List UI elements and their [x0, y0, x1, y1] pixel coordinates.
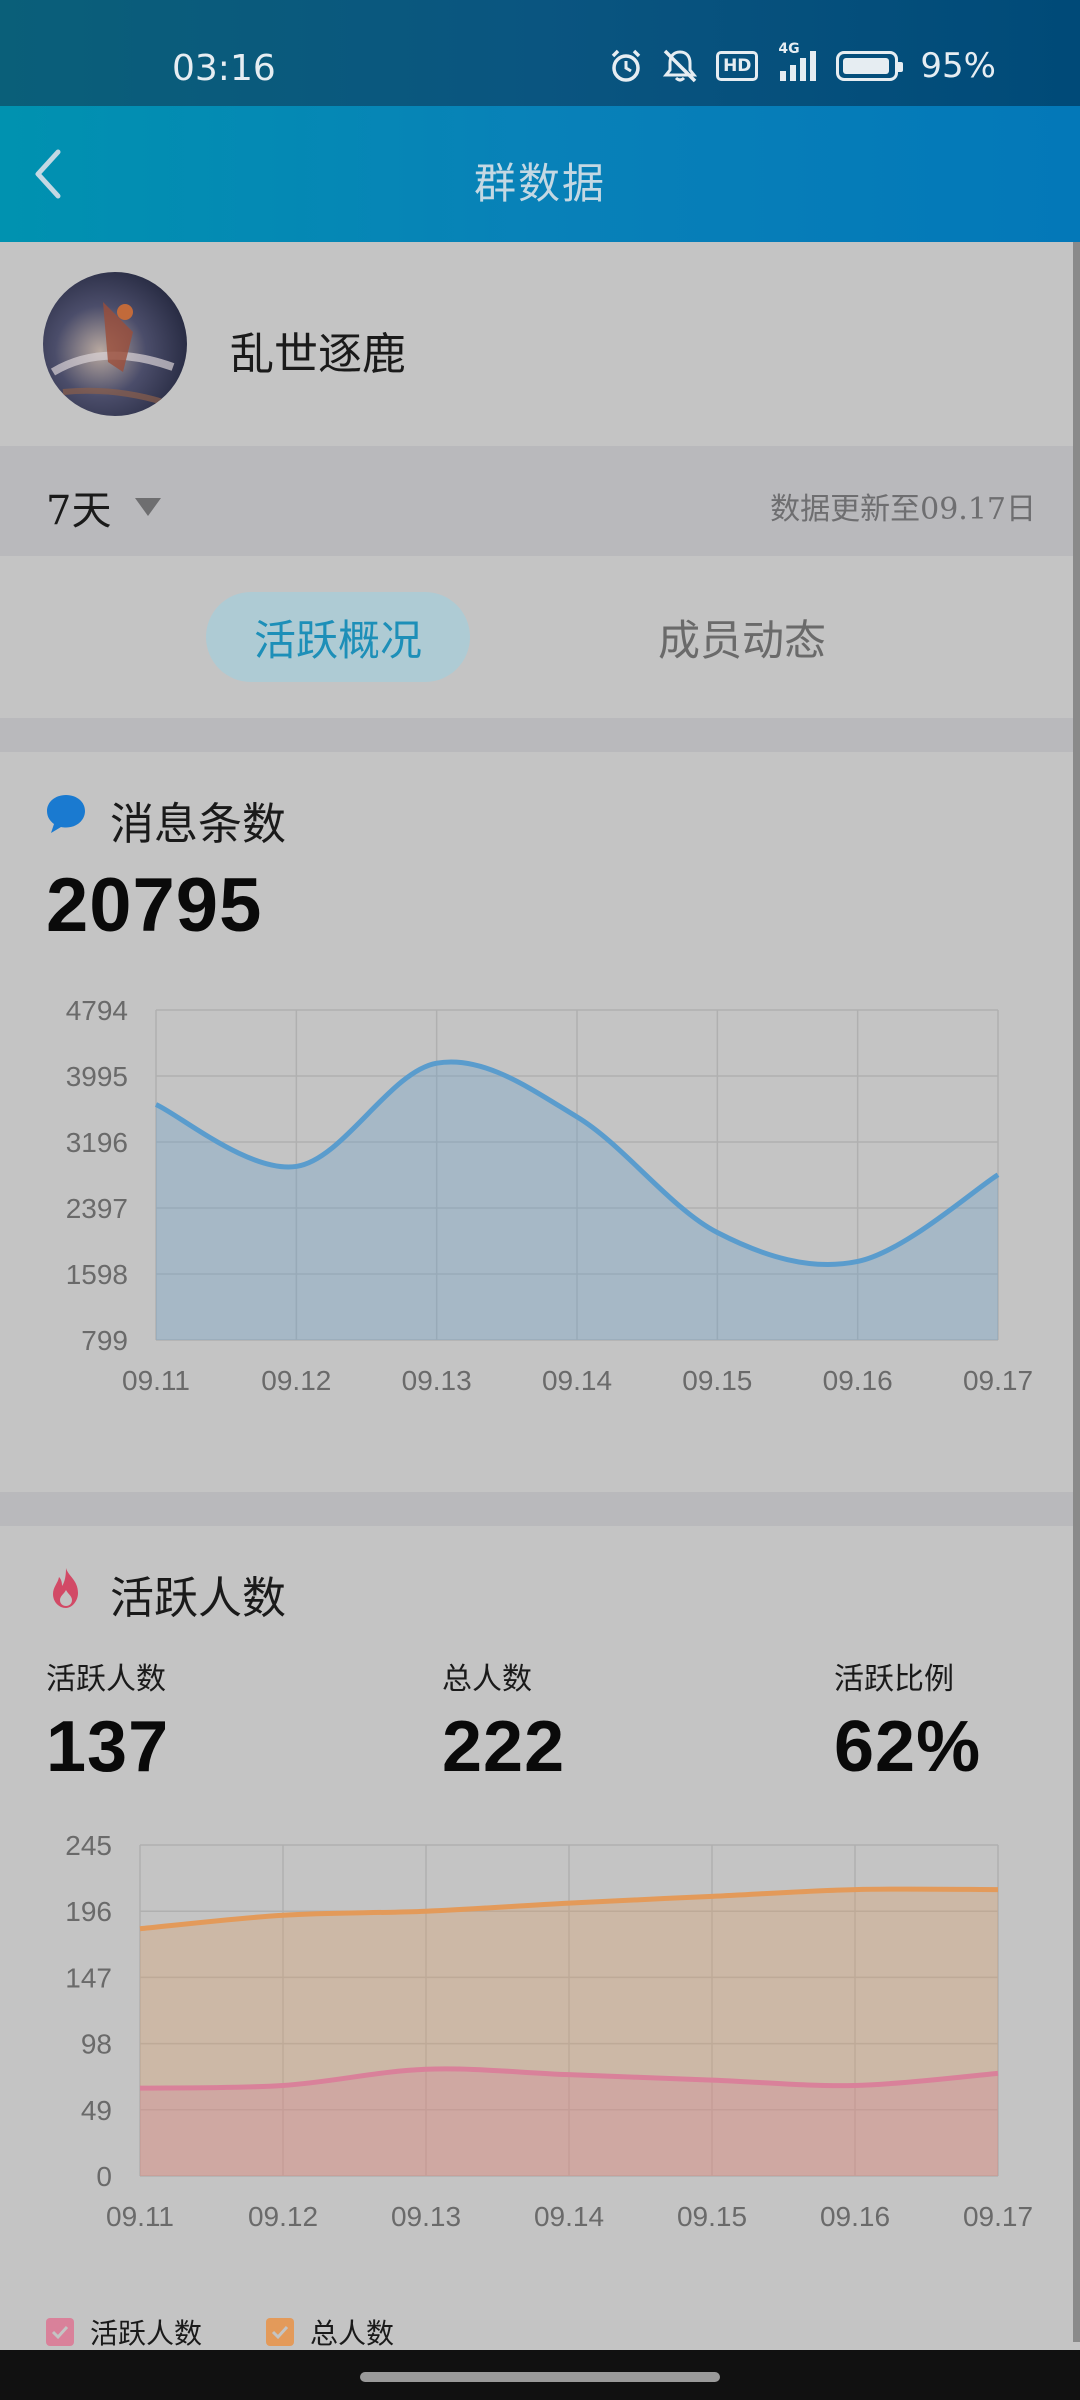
stat-total-label: 总人数	[442, 1662, 532, 1697]
x-tick-label: 09.14	[542, 1365, 612, 1396]
section-divider	[0, 1492, 1073, 1526]
page-title: 群数据	[473, 159, 606, 208]
network-label: 4G	[778, 41, 800, 57]
stat-ratio-label: 活跃比例	[834, 1662, 954, 1697]
x-tick-label: 09.14	[534, 2201, 604, 2230]
x-tick-label: 09.11	[106, 2201, 174, 2230]
tab-member-dynamics[interactable]: 成员动态	[620, 592, 864, 682]
stat-total-value: 222	[442, 1707, 566, 1787]
chart-legend: 活跃人数 总人数	[46, 2312, 394, 2352]
x-tick-label: 09.16	[823, 1365, 893, 1396]
flame-icon	[53, 1568, 78, 1608]
checkbox-icon	[46, 2318, 74, 2346]
group-avatar[interactable]	[43, 272, 187, 416]
status-icons: HD 4G 95%	[608, 41, 996, 86]
battery-text: 95%	[920, 46, 996, 86]
group-name: 乱世逐鹿	[230, 329, 406, 380]
status-time: 03:16	[172, 48, 276, 89]
update-text: 数据更新至09.17日	[770, 492, 1036, 527]
stat-active-label: 活跃人数	[46, 1662, 166, 1697]
x-tick-label: 09.15	[677, 2201, 747, 2230]
x-tick-label: 09.12	[261, 1365, 331, 1396]
activity-chart: 0 49 98 147 196 245 09.11 09.12 09.13 09.14 09.15 0…	[65, 1830, 1033, 2230]
navigation-bar	[0, 2350, 1080, 2400]
hd-icon: HD	[716, 51, 759, 81]
checkbox-icon	[266, 2318, 295, 2346]
y-tick-label: 2397	[66, 1193, 128, 1224]
x-tick-label: 09.17	[963, 1365, 1033, 1396]
y-tick-label: 3196	[66, 1127, 128, 1158]
signal-icon: 4G	[774, 41, 820, 83]
x-tick-label: 09.17	[963, 2201, 1033, 2230]
x-tick-label: 09.11	[122, 1365, 190, 1396]
legend-item-active[interactable]: 活跃人数	[46, 2312, 202, 2352]
activity-title: 活跃人数	[110, 1573, 286, 1624]
scrollbar[interactable]	[1073, 242, 1080, 2342]
range-value: 7天	[46, 488, 112, 534]
x-tick-label: 09.13	[391, 2201, 461, 2230]
caret-down-icon	[135, 498, 162, 516]
tab-activity-overview[interactable]: 活跃概况	[206, 592, 470, 682]
x-tick-label: 09.13	[402, 1365, 472, 1396]
chat-bubble-icon	[47, 795, 85, 833]
y-tick-label: 3995	[66, 1061, 128, 1092]
battery-icon	[836, 51, 904, 81]
x-tick-label: 09.15	[682, 1365, 752, 1396]
legend-item-total[interactable]: 总人数	[266, 2312, 394, 2352]
y-tick-label: 98	[81, 2029, 112, 2060]
y-tick-label: 49	[81, 2095, 112, 2126]
stat-ratio-value: 62%	[834, 1707, 982, 1787]
y-tick-label: 799	[81, 1325, 128, 1356]
section-divider	[0, 718, 1073, 752]
stat-active-value: 137	[46, 1707, 170, 1787]
messages-total: 20795	[46, 863, 263, 948]
alarm-icon	[608, 48, 644, 84]
y-tick-label: 147	[65, 1962, 112, 1993]
range-dropdown[interactable]: 7天	[46, 478, 163, 536]
mute-icon	[660, 48, 700, 84]
y-tick-label: 196	[65, 1896, 112, 1927]
y-tick-label: 4794	[66, 995, 128, 1026]
home-indicator[interactable]	[360, 2372, 720, 2382]
x-tick-label: 09.12	[248, 2201, 318, 2230]
legend-label: 活跃人数	[90, 2317, 203, 2350]
status-bar: 03:16 HD 4G 95%	[0, 0, 1080, 106]
messages-chart: 799 1598 2397 3196 3995 4794 09.11 09.12 09.13 09…	[66, 995, 1033, 1396]
tabs-container	[0, 556, 1073, 718]
x-tick-label: 09.16	[820, 2201, 890, 2230]
messages-title: 消息条数	[110, 799, 286, 850]
y-tick-label: 1598	[66, 1259, 128, 1290]
y-tick-label: 245	[65, 1830, 112, 1861]
app-bar: 群数据	[0, 106, 1080, 242]
legend-label: 总人数	[310, 2317, 395, 2350]
y-tick-label: 0	[96, 2161, 112, 2192]
